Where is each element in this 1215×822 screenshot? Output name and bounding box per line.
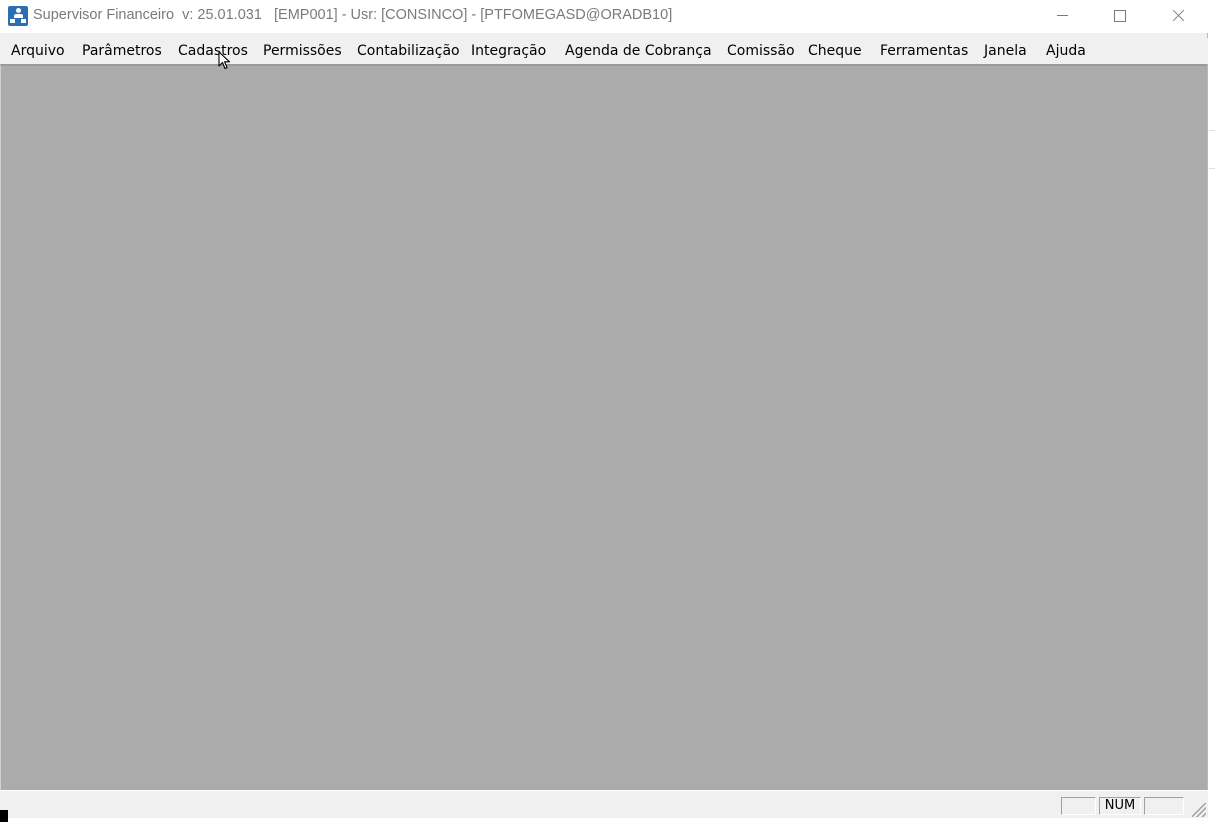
background-window-edge [1208,0,1215,822]
menu-contabilizacao[interactable]: Contabilização [357,43,460,59]
menu-comissao[interactable]: Comissão [727,43,795,59]
background-divider [1209,130,1215,131]
status-panel-caps [1061,797,1096,815]
menu-parametros[interactable]: Parâmetros [82,43,162,59]
background-mark [0,810,8,822]
status-panel-num: NUM [1099,797,1141,815]
menu-bar: Arquivo Parâmetros Cadastros Permissões … [0,38,1208,64]
window-title: Supervisor Financeiro v: 25.01.031 [EMP0… [33,7,673,23]
menu-janela[interactable]: Janela [984,43,1027,59]
menu-permissoes[interactable]: Permissões [263,43,342,59]
status-panel-scroll [1144,797,1184,815]
menu-arquivo[interactable]: Arquivo [11,43,65,59]
resize-grip-icon[interactable] [1192,803,1206,817]
background-divider [1209,168,1215,169]
app-user-hierarchy-icon[interactable] [8,6,28,26]
mouse-cursor-icon [218,51,231,70]
minimize-icon[interactable] [1040,0,1086,33]
close-icon[interactable] [1155,0,1201,33]
menu-cadastros[interactable]: Cadastros [178,43,248,59]
menu-ajuda[interactable]: Ajuda [1046,43,1086,59]
menu-agenda-de-cobranca[interactable]: Agenda de Cobrança [565,43,712,59]
maximize-icon[interactable] [1097,0,1143,33]
app-window: Supervisor Financeiro v: 25.01.031 [EMP0… [0,0,1208,818]
status-bar: NUM [0,790,1208,818]
mdi-client-area[interactable] [0,64,1207,790]
menu-cheque[interactable]: Cheque [808,43,862,59]
menu-integracao[interactable]: Integração [471,43,546,59]
menu-ferramentas[interactable]: Ferramentas [880,43,968,59]
title-bar[interactable]: Supervisor Financeiro v: 25.01.031 [EMP0… [0,0,1208,33]
